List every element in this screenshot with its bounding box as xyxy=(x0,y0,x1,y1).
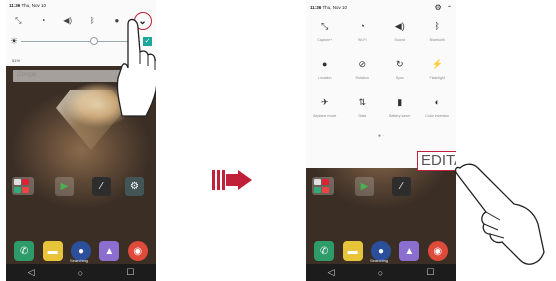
pen-app-icon[interactable]: ∕ xyxy=(392,177,411,196)
left-phone-screen: 11:36 Thu, Nov 10 ⤡ ◔ ◀) ᛒ ● ⌄ ☀ ✓ 51% A… xyxy=(6,0,156,281)
status-bar: 11:36 Thu, Nov 10 ⚙ ⌃ xyxy=(306,0,456,14)
tile-capture[interactable]: ⤡ Capture+ xyxy=(309,16,341,54)
messages-icon[interactable]: ▬ xyxy=(342,241,363,261)
phone-icon[interactable]: ✆ xyxy=(314,241,335,261)
tile-sync[interactable]: ↻ Sync xyxy=(384,54,416,92)
status-time: 11:36 xyxy=(310,4,322,10)
collapse-chevron-icon[interactable]: ⌃ xyxy=(447,6,452,12)
chrome-icon[interactable]: ◉ xyxy=(427,241,448,261)
tile-label: Capture+ xyxy=(317,38,333,42)
page-indicator: ● · xyxy=(377,133,385,139)
tile-label: Rotation xyxy=(355,76,369,80)
tile-label: Wi-Fi xyxy=(358,38,367,42)
airplane-icon: ✈ xyxy=(320,97,329,107)
tile-label: Airplane mode xyxy=(313,114,337,118)
status-bar: 11:36 Thu, Nov 10 xyxy=(6,0,156,12)
tile-label: Bluetooth xyxy=(429,38,445,42)
gmail-mini-icon xyxy=(314,179,321,185)
tile-color-inversion[interactable]: ◐ Color inversion xyxy=(421,92,453,130)
phone-icon[interactable]: ✆ xyxy=(14,241,35,261)
wifi-icon[interactable]: ◔ xyxy=(35,17,51,25)
play-store-icon[interactable]: ▶ xyxy=(355,177,374,196)
pointing-hand-icon xyxy=(454,163,545,265)
gallery-icon[interactable]: ▲ xyxy=(399,241,420,261)
recents-icon[interactable]: ☐ xyxy=(426,267,434,278)
quick-settings-grid: ⤡ Capture+ ◔ Wi-Fi ◀) Sound ᛒ Bluetooth ● Loc… xyxy=(306,14,456,132)
bluetooth-icon[interactable]: ᛒ xyxy=(84,17,100,25)
youtube-mini-icon xyxy=(22,186,29,193)
tile-rotation[interactable]: ⊘ Rotation xyxy=(346,54,378,92)
searching-label: Searching xyxy=(370,258,389,263)
status-date: Thu, Nov 10 xyxy=(21,3,46,8)
gmail-mini-icon xyxy=(14,179,21,185)
tile-flashlight[interactable]: ⚡ Flashlight xyxy=(421,54,453,92)
flashlight-icon: ⚡ xyxy=(431,59,443,69)
transition-arrow-icon xyxy=(212,170,252,190)
mail-mini-icon xyxy=(22,179,29,185)
home-icon[interactable]: ○ xyxy=(78,268,83,278)
brightness-slider-knob[interactable] xyxy=(90,36,99,45)
sound-icon: ◀) xyxy=(394,21,405,31)
tile-label: Sync xyxy=(395,76,404,80)
battery-saver-icon: ▮ xyxy=(397,97,403,107)
brightness-icon: ☀ xyxy=(10,35,19,46)
tile-bluetooth[interactable]: ᛒ Bluetooth xyxy=(421,16,453,54)
data-icon: ⇅ xyxy=(358,97,367,107)
tile-label: Color inversion xyxy=(425,114,450,118)
bluetooth-icon: ᛒ xyxy=(434,21,440,31)
messages-icon[interactable]: ▬ xyxy=(42,241,63,261)
tile-airplane[interactable]: ✈ Airplane mode xyxy=(309,92,341,130)
home-icon[interactable]: ○ xyxy=(378,268,383,278)
tile-battery-saver[interactable]: ▮ Battery saver xyxy=(384,92,416,130)
tile-wifi[interactable]: ◔ Wi-Fi xyxy=(346,16,378,54)
pointing-hand-icon xyxy=(116,18,156,117)
play-store-icon[interactable]: ▶ xyxy=(55,177,74,196)
navigation-bar: ◁ ○ ☐ xyxy=(6,264,156,281)
pen-app-icon[interactable]: ∕ xyxy=(92,177,111,196)
tile-label: Data xyxy=(358,114,367,118)
tile-data[interactable]: ⇅ Data xyxy=(346,92,378,130)
maps-mini-icon xyxy=(14,186,21,193)
recents-icon[interactable]: ☐ xyxy=(126,267,134,278)
status-date: Thu, Nov 10 xyxy=(322,4,347,10)
brightness-percent: 51% xyxy=(12,58,21,63)
tile-label: Location xyxy=(317,76,332,80)
navigation-bar: ◁ ○ ☐ xyxy=(306,264,456,281)
search-placeholder: Google xyxy=(17,72,37,78)
settings-gear-icon[interactable]: ⚙ xyxy=(435,3,442,12)
gallery-icon[interactable]: ▲ xyxy=(99,241,120,261)
mail-mini-icon xyxy=(322,179,329,185)
rotation-icon: ⊘ xyxy=(358,59,367,69)
searching-label: Searching xyxy=(70,258,89,263)
status-time: 11:36 xyxy=(9,3,21,8)
maps-mini-icon xyxy=(314,186,321,193)
tile-sound[interactable]: ◀) Sound xyxy=(384,16,416,54)
right-phone-screen: 11:36 Thu, Nov 10 ⚙ ⌃ ⤡ Capture+ ◔ Wi-Fi ◀… xyxy=(306,0,456,281)
wifi-icon: ◔ xyxy=(359,21,365,31)
tile-label: Battery saver xyxy=(389,114,411,118)
tile-label: Flashlight xyxy=(429,76,445,80)
location-icon: ● xyxy=(322,59,328,69)
notification-shade-expanded: 11:36 Thu, Nov 10 ⚙ ⌃ ⤡ Capture+ ◔ Wi-Fi ◀… xyxy=(306,0,456,168)
settings-icon[interactable]: ⚙ xyxy=(125,177,144,196)
back-icon[interactable]: ◁ xyxy=(328,267,335,278)
color-inversion-icon: ◐ xyxy=(434,97,440,107)
sound-icon[interactable]: ◀) xyxy=(60,17,76,25)
back-icon[interactable]: ◁ xyxy=(28,267,35,278)
chrome-icon[interactable]: ◉ xyxy=(127,241,148,261)
capture-icon: ⤡ xyxy=(321,21,329,31)
auto-rotate-icon[interactable]: ⤡ xyxy=(10,17,26,25)
app-folder[interactable] xyxy=(12,177,34,195)
sync-icon: ↻ xyxy=(395,59,404,69)
app-folder[interactable] xyxy=(312,177,334,195)
tile-label: Sound xyxy=(394,38,405,42)
youtube-mini-icon xyxy=(322,186,329,193)
tile-location[interactable]: ● Location xyxy=(309,54,341,92)
